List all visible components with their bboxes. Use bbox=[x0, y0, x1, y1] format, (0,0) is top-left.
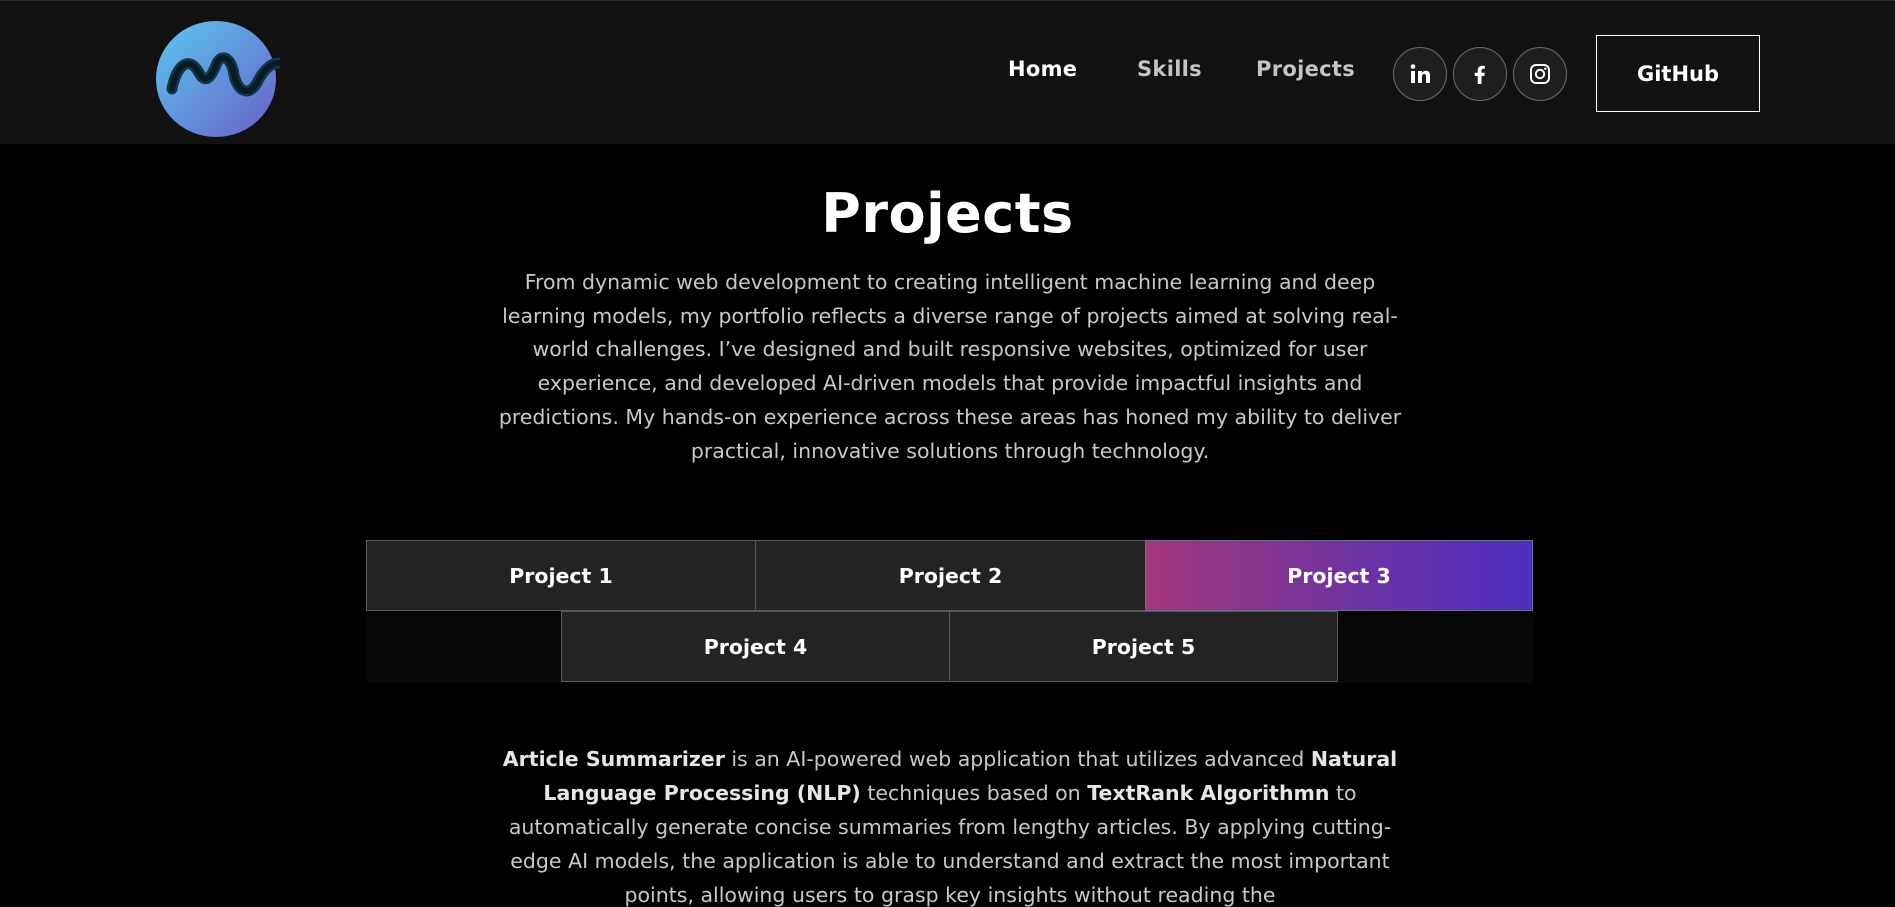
facebook-button[interactable] bbox=[1453, 47, 1507, 101]
linkedin-button[interactable] bbox=[1393, 47, 1447, 101]
nav-link-projects[interactable]: Projects bbox=[1256, 57, 1355, 81]
project-description: Article Summarizer is an AI-powered web … bbox=[490, 742, 1410, 907]
description-text-1: is an AI-powered web application that ut… bbox=[724, 747, 1311, 771]
project-tabs: Project 1 Project 2 Project 3 Project 4 … bbox=[366, 540, 1533, 683]
navbar: Home Skills Projects GitHub bbox=[0, 0, 1895, 144]
page-title: Projects bbox=[821, 182, 1074, 245]
logo[interactable] bbox=[154, 19, 280, 137]
project-name: Article Summarizer bbox=[502, 747, 725, 771]
nav-link-home[interactable]: Home bbox=[1008, 57, 1077, 81]
tab-project-4[interactable]: Project 4 bbox=[561, 611, 950, 682]
tab-project-1[interactable]: Project 1 bbox=[366, 540, 756, 611]
tab-project-2[interactable]: Project 2 bbox=[755, 540, 1146, 611]
instagram-button[interactable] bbox=[1513, 47, 1567, 101]
projects-intro: From dynamic web development to creating… bbox=[498, 270, 1402, 463]
linkedin-icon bbox=[1410, 64, 1430, 83]
facebook-icon bbox=[1474, 65, 1485, 84]
tab-project-3[interactable]: Project 3 bbox=[1145, 540, 1533, 611]
instagram-icon bbox=[1530, 64, 1550, 84]
algorithm-label: TextRank Algorithmn bbox=[1087, 781, 1330, 805]
github-button[interactable]: GitHub bbox=[1596, 35, 1760, 112]
tab-project-5[interactable]: Project 5 bbox=[949, 611, 1338, 682]
description-text-2: techniques based on bbox=[860, 781, 1088, 805]
nav-link-skills[interactable]: Skills bbox=[1137, 57, 1202, 81]
